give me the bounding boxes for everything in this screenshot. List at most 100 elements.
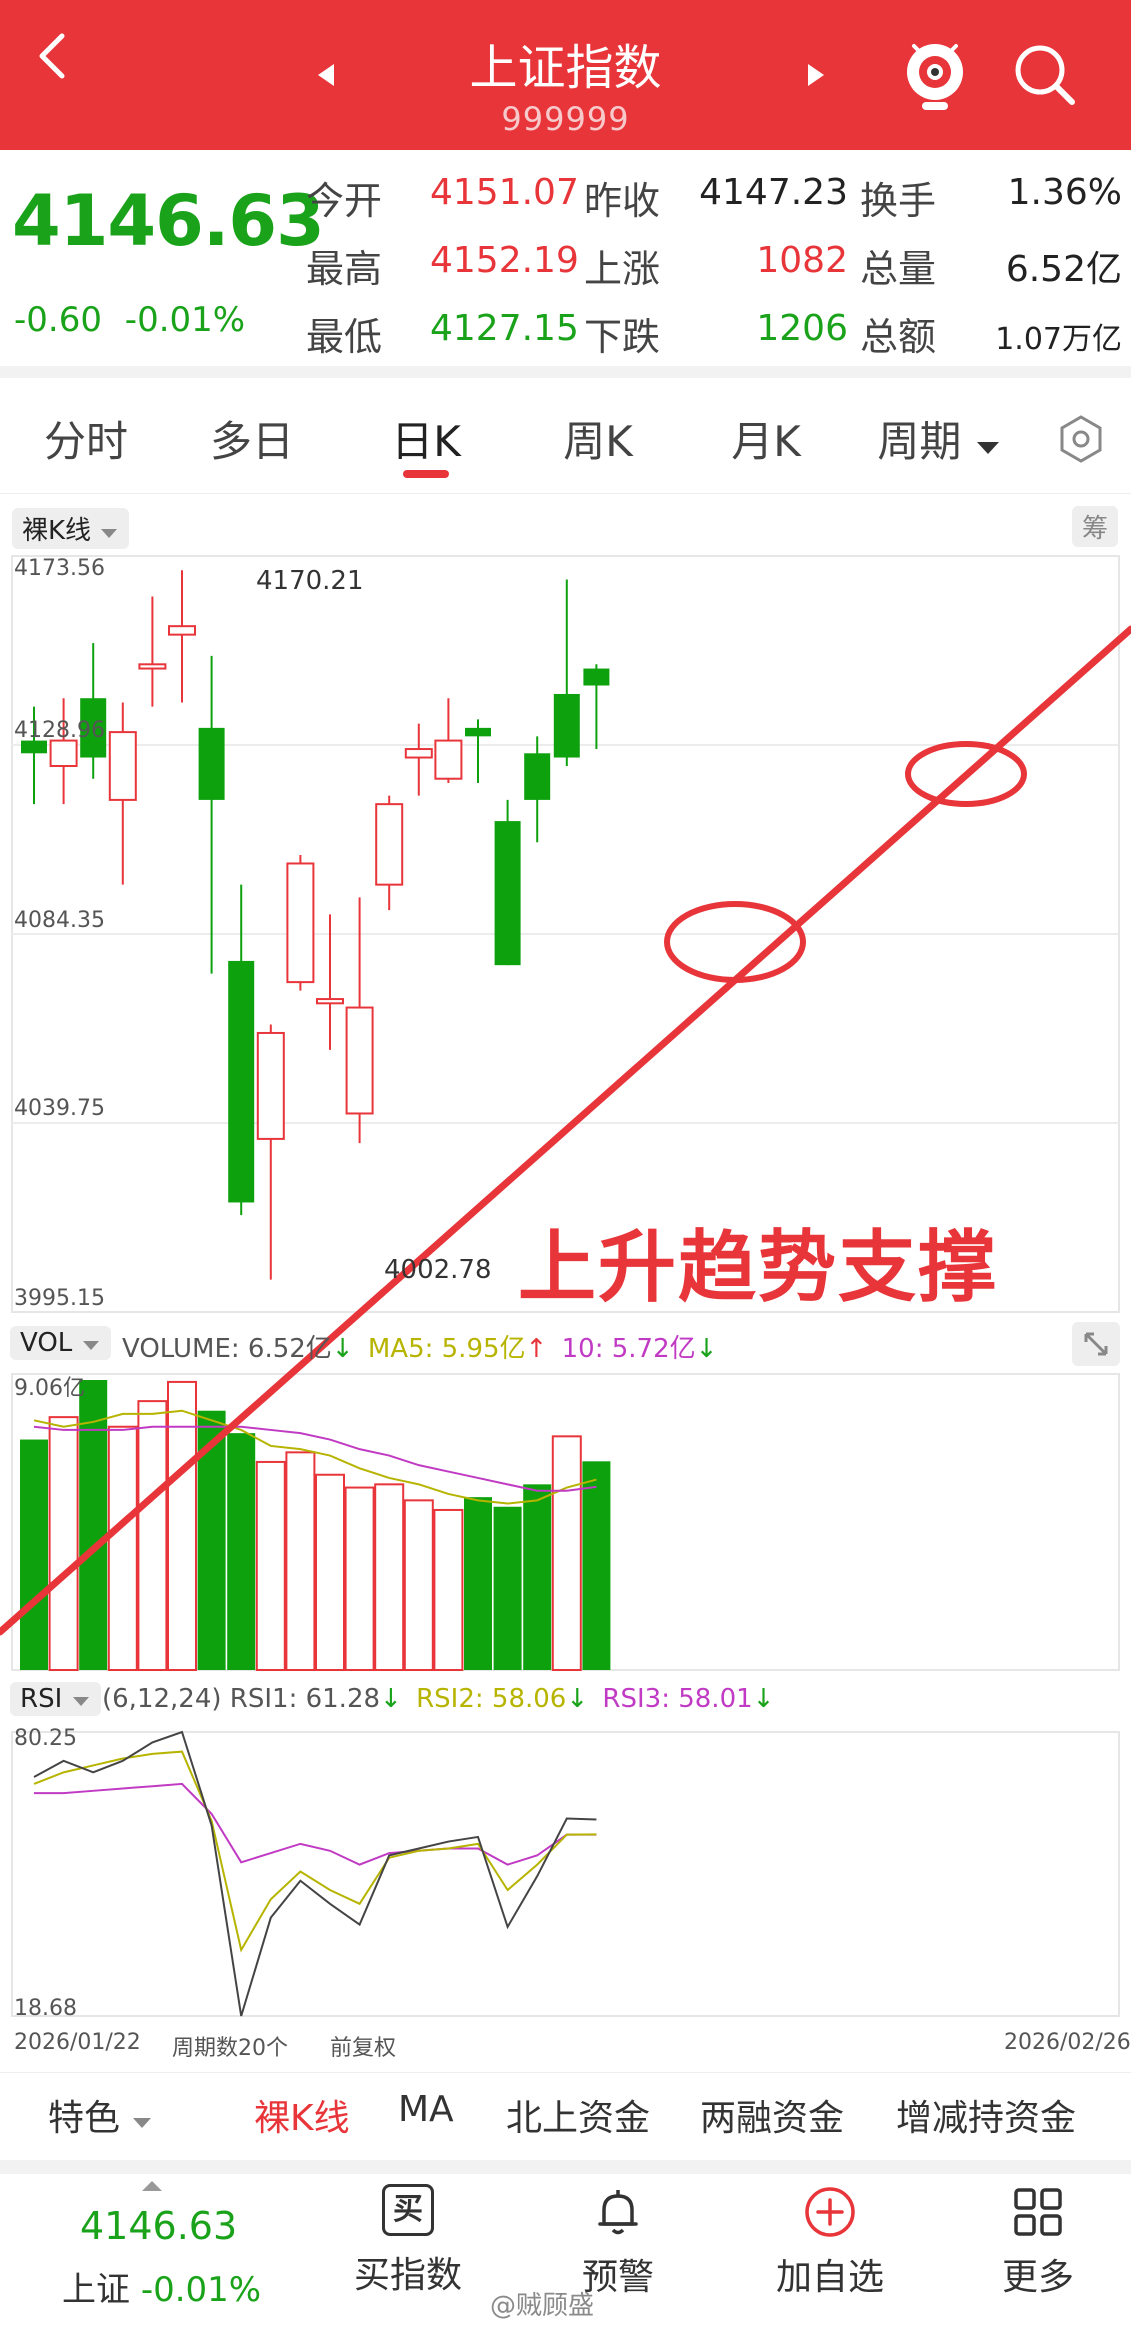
volume-bar	[227, 1433, 256, 1670]
tab-weekly-k[interactable]: 周K	[550, 408, 646, 469]
candle-body	[553, 693, 580, 758]
legend-rsi1: RSI1: 61.28	[229, 1684, 381, 1714]
stat-label: 换手	[860, 179, 937, 223]
legend-ma10: 10: 5.72亿	[561, 1334, 696, 1364]
tab-monthly-k[interactable]: 月K	[718, 408, 814, 469]
volume-legend: VOLUME: 6.52亿↓ MA5: 5.95亿↑ 10: 5.72亿↓	[122, 1328, 717, 1365]
y-axis-label: 4084.35	[14, 908, 105, 933]
kline-indicator-selector[interactable]: 裸K线	[12, 508, 130, 549]
buy-index-button[interactable]: 买 买指数	[338, 2184, 478, 2298]
add-watchlist-button[interactable]: 加自选	[760, 2184, 900, 2300]
volume-bar	[315, 1473, 345, 1672]
tab-daily-k[interactable]: 日K	[378, 408, 474, 469]
date-end: 2026/02/26	[1004, 2030, 1131, 2055]
add-circle-icon	[805, 2187, 855, 2237]
stat-value: 6.52亿	[1005, 249, 1122, 290]
tab-naked-k[interactable]: 裸K线	[254, 2089, 350, 2141]
volume-bar	[551, 1435, 582, 1672]
search-button[interactable]	[1010, 40, 1080, 110]
stat-label: 总额	[860, 315, 937, 359]
volume-bar	[107, 1425, 138, 1672]
y-axis-label: 4128.96	[14, 718, 105, 743]
robot-mascot-icon	[907, 44, 963, 110]
caret-up-icon	[140, 2178, 164, 2197]
caret-down-icon	[82, 1341, 99, 1350]
volume-bar	[582, 1461, 611, 1670]
volume-bar	[285, 1451, 316, 1672]
candle-body	[434, 739, 463, 780]
volume-bar	[20, 1439, 48, 1670]
low-price-label: 4002.78	[384, 1255, 492, 1285]
tab-northbound-funds[interactable]: 北上资金	[506, 2089, 650, 2141]
hexagon-settings-icon	[1060, 415, 1102, 463]
more-label: 更多	[1001, 2257, 1074, 2298]
stat-value: 4147.23	[699, 172, 848, 213]
tab-intraday[interactable]: 分时	[38, 408, 134, 469]
tab-holding-change-funds[interactable]: 增减持资金	[896, 2089, 1076, 2141]
volume-indicator-selector[interactable]: VOL	[10, 1326, 111, 1360]
caret-down-icon	[101, 529, 118, 538]
tab-multiday[interactable]: 多日	[204, 408, 300, 469]
stat-value: 4152.19	[430, 240, 579, 281]
arrow-down-icon: ↓	[566, 1684, 589, 1714]
candle-body	[198, 727, 225, 800]
y-axis-label: 4039.75	[14, 1096, 105, 1121]
candle-body	[286, 862, 315, 984]
volume-bar	[433, 1508, 464, 1672]
current-price: 4146.63	[12, 180, 325, 262]
candle-body	[138, 663, 167, 670]
app-header: 上证指数 999999	[0, 0, 1131, 150]
expand-chart-button[interactable]	[1072, 1322, 1120, 1366]
add-watchlist-label: 加自选	[775, 2257, 884, 2298]
legend-rsi3: RSI3: 58.01	[602, 1684, 753, 1714]
rsi-lines-layer	[33, 1730, 597, 2017]
change-value: -0.60	[14, 300, 102, 340]
chip-distribution-button[interactable]: 筹	[1072, 506, 1119, 547]
volume-bars-layer	[20, 1380, 611, 1672]
watermark-text: @贼顾盛	[490, 2291, 595, 2321]
candle-body	[583, 668, 610, 686]
y-axis-label: 4173.56	[14, 556, 105, 581]
divider	[0, 366, 1131, 378]
indicator-tabs: 特色 裸K线 MA 北上资金 两融资金 增减持资金	[0, 2072, 1131, 2152]
volume-bar	[167, 1380, 197, 1671]
tab-ma[interactable]: MA	[398, 2089, 454, 2130]
stat-value: 1.36%	[1007, 172, 1122, 213]
tab-featured-dropdown[interactable]: 特色	[48, 2089, 153, 2141]
caret-down-icon	[72, 1697, 89, 1706]
stat-value: 1206	[756, 308, 848, 349]
rsi3-line	[34, 1782, 597, 1866]
more-button[interactable]: 更多	[968, 2184, 1108, 2300]
legend-ma5: MA5: 5.95亿	[367, 1334, 526, 1364]
rsi-indicator-selector[interactable]: RSI	[10, 1682, 101, 1716]
arrow-up-icon: ↑	[525, 1334, 548, 1364]
stat-label: 最高	[306, 247, 383, 291]
volume-bar	[137, 1400, 168, 1672]
bell-icon	[598, 2190, 638, 2235]
legend-volume: VOLUME: 6.52亿	[122, 1334, 332, 1364]
period-count: 周期数20个	[172, 2036, 288, 2061]
footer-stock-name: 上证	[62, 2270, 130, 2310]
candle-body	[404, 748, 433, 759]
tab-featured-label: 特色	[48, 2098, 121, 2139]
rsi-indicator-label: RSI	[20, 1684, 63, 1714]
volume-bar	[403, 1499, 434, 1672]
assistant-button[interactable]	[900, 36, 970, 116]
candle-body	[228, 960, 255, 1203]
period-tabs: 分时 多日 日K 周K 月K 周期	[0, 378, 1131, 494]
arrow-down-icon: ↓	[752, 1684, 775, 1714]
alert-button[interactable]: 预警	[548, 2184, 688, 2300]
next-stock-button[interactable]	[800, 60, 830, 90]
tab-period-dropdown[interactable]: 周期	[874, 408, 1004, 469]
stat-value: 4151.07	[430, 172, 579, 213]
price-change: -0.60 -0.01%	[14, 300, 245, 340]
chart-settings-button[interactable]	[1056, 414, 1106, 464]
quote-panel: 4146.63 -0.60 -0.01% 今开 4151.07 昨收 4147.23 换…	[0, 150, 1131, 378]
candle-body	[256, 1031, 285, 1140]
stat-label: 今开	[306, 179, 383, 223]
stat-value: 1082	[756, 240, 848, 281]
volume-bar	[255, 1460, 286, 1672]
tab-margin-funds[interactable]: 两融资金	[700, 2089, 844, 2141]
y-axis-label: 3995.15	[14, 1286, 105, 1311]
candle-body	[494, 821, 521, 966]
